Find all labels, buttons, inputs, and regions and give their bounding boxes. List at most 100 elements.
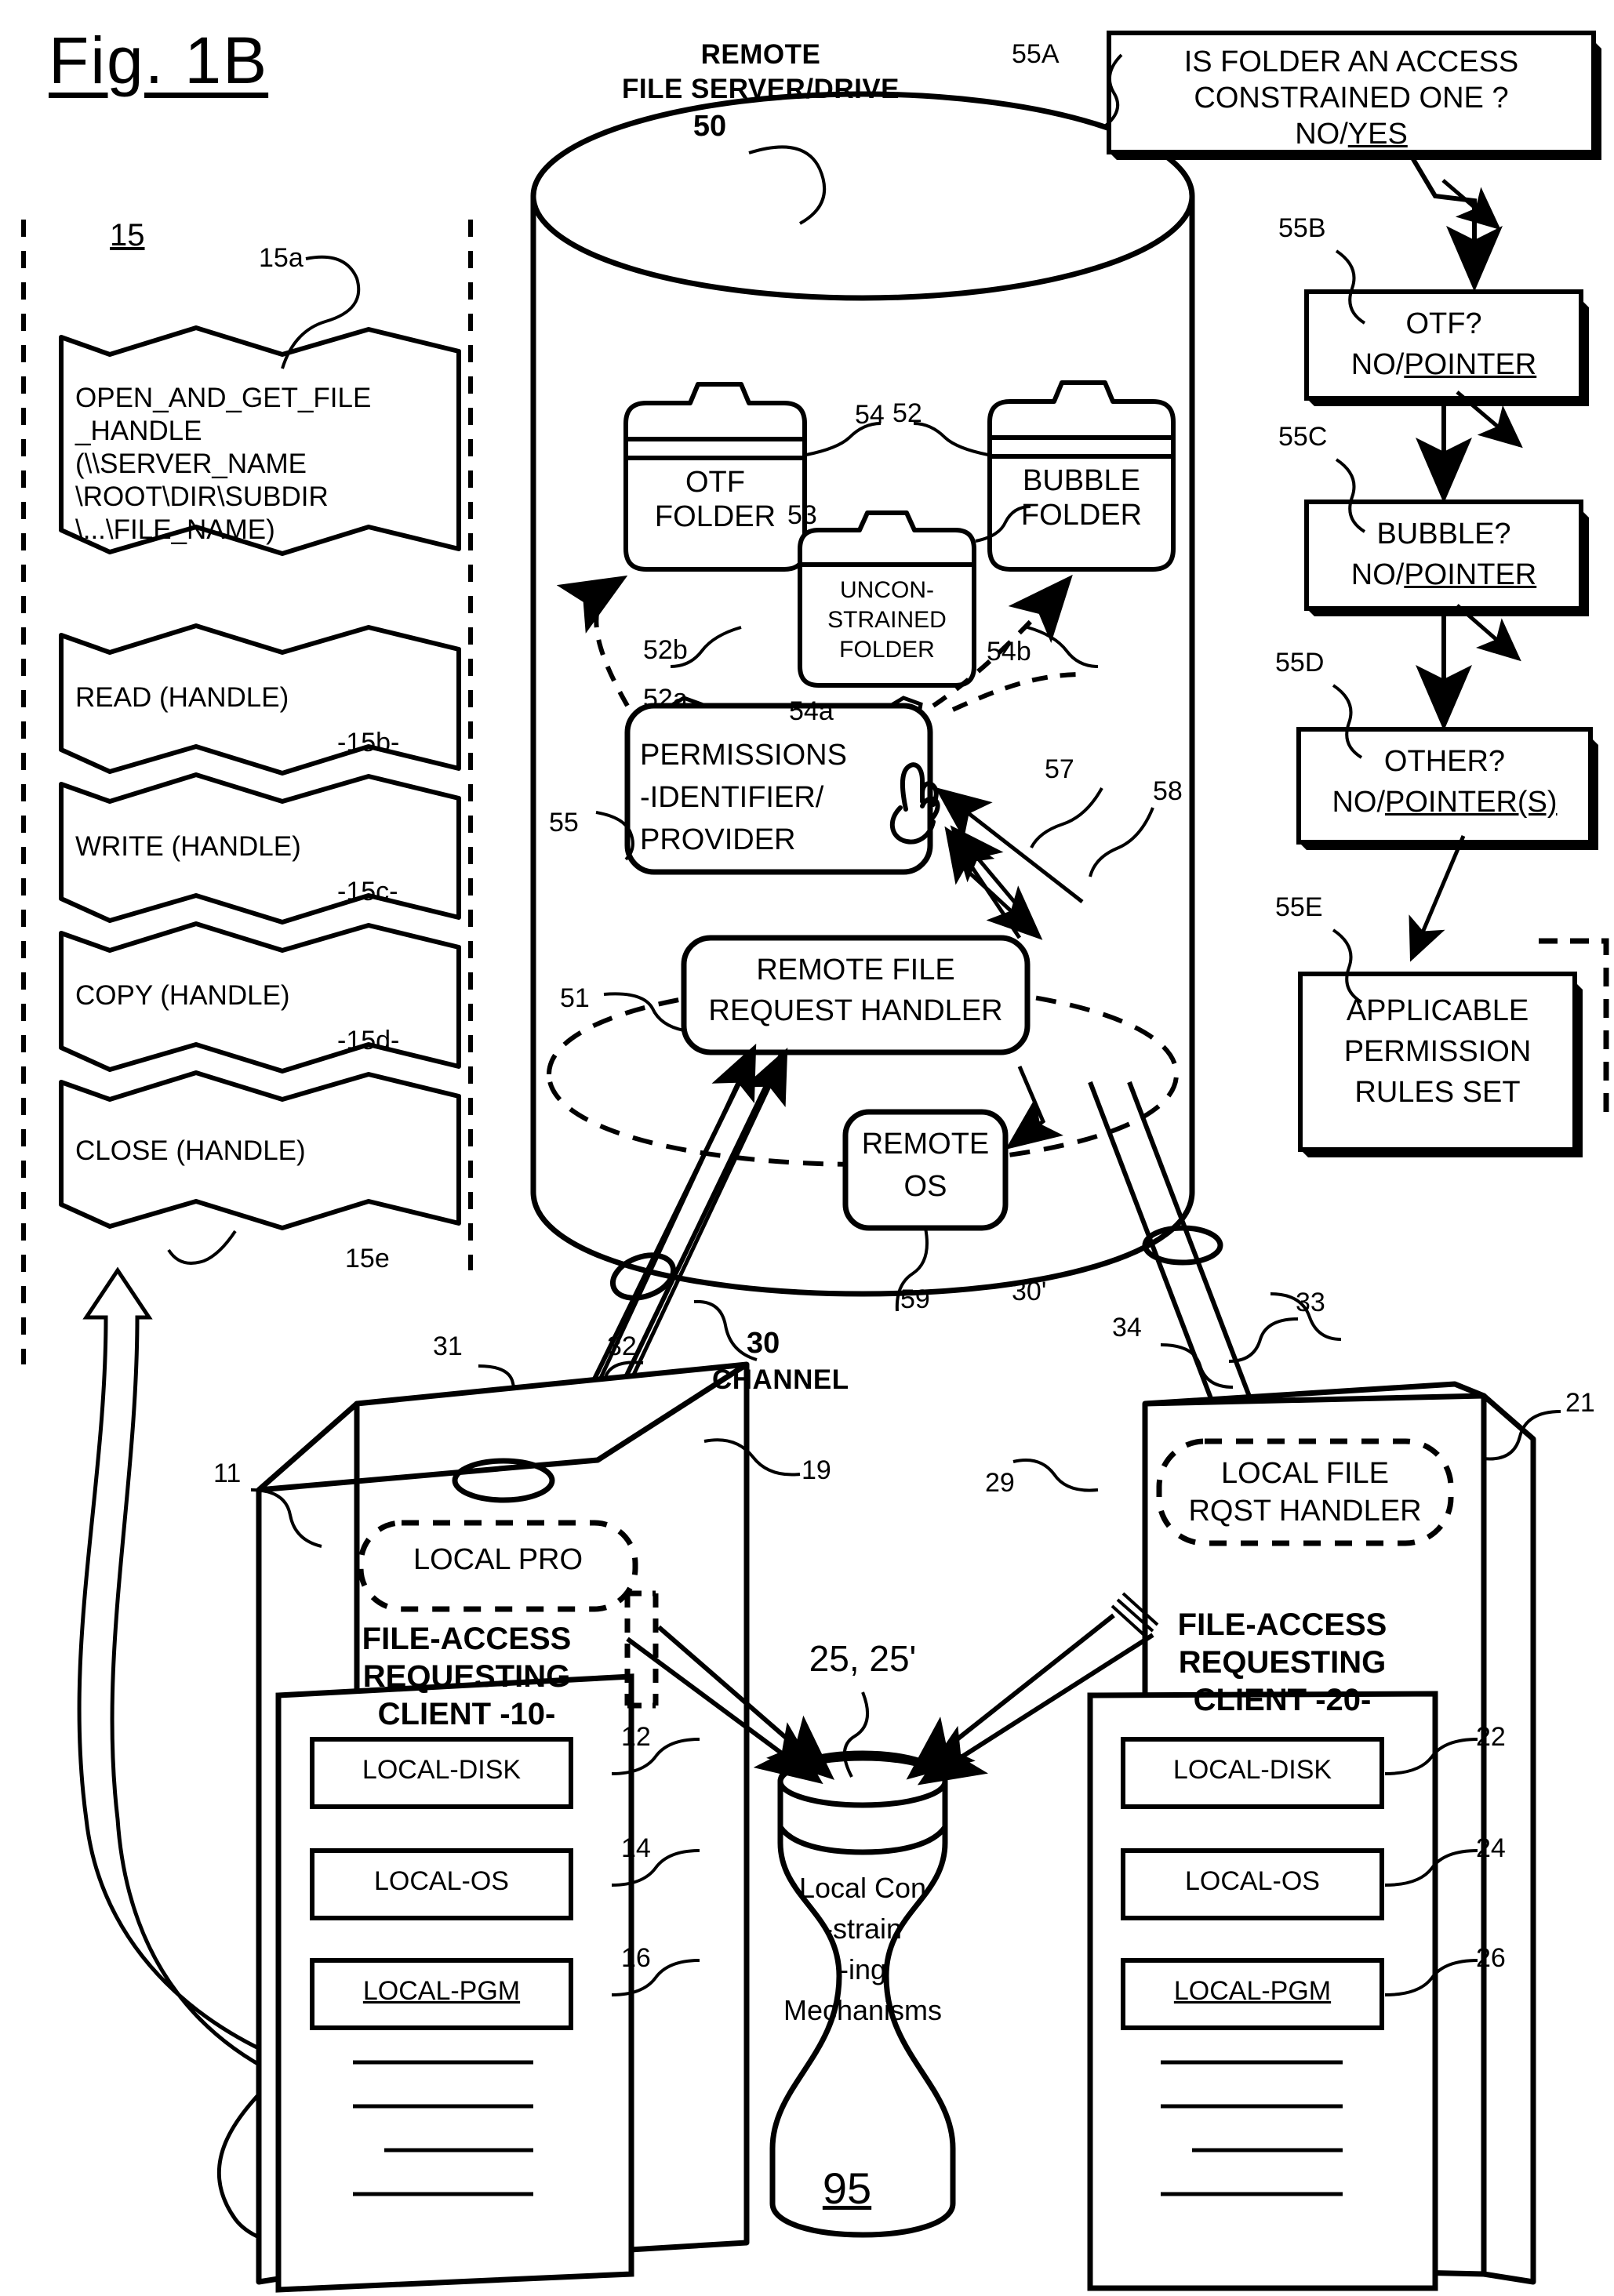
folder-unconstrained-ref: 53	[787, 500, 817, 530]
right-client-title-line2: REQUESTING	[1178, 1645, 1387, 1680]
ref-57-leader	[1030, 787, 1103, 848]
channel-ref-34: 34	[1112, 1313, 1142, 1342]
channel-ref-32: 32	[607, 1331, 637, 1361]
right-item-ref-26: 26	[1476, 1943, 1506, 1973]
code-block-ref-15c: -15c-	[337, 877, 398, 906]
channel-ref-30: 30	[747, 1327, 780, 1360]
code-line: CLOSE (HANDLE)	[75, 1135, 306, 1166]
code-line: _HANDLE	[75, 416, 202, 446]
request-handler-line2: REQUEST HANDLER	[708, 994, 1003, 1027]
left-item-ref-16: 16	[621, 1943, 651, 1973]
left-client-title-line2: REQUESTING	[362, 1659, 571, 1694]
flowchart-55A-line3-plain: NO/	[1295, 118, 1348, 151]
code-line: OPEN_AND_GET_FILE	[75, 383, 372, 413]
ref-33-34-leaders	[1160, 1317, 1299, 1389]
folder-bubble-label-line2: FOLDER	[1020, 499, 1143, 532]
flowchart-55D-line2: NO/POINTER(S)	[1299, 786, 1590, 819]
flowchart-55A-line1: IS FOLDER AN ACCESS	[1183, 45, 1519, 78]
left-local-pro-ref: 19	[802, 1455, 831, 1485]
folder-bubble-ref-b: 54b	[987, 637, 1031, 667]
flowchart-55E-line1: APPLICABLE	[1346, 994, 1529, 1027]
flowchart-55E-line2: PERMISSION	[1343, 1035, 1532, 1068]
permissions-ref: 55	[549, 808, 579, 837]
left-client-ref-case: 11	[213, 1459, 242, 1488]
flowchart-ref-55D: 55D	[1275, 648, 1325, 678]
flowchart-arrows	[1409, 154, 1503, 731]
remote-os-ref: 59	[900, 1284, 930, 1314]
folder-bubble-ref-a: 54a	[789, 696, 834, 726]
right-item-local-os: LOCAL-OS	[1185, 1866, 1320, 1896]
code-line: \...\FILE_NAME)	[75, 514, 275, 545]
right-handler-line1: LOCAL FILE	[1220, 1457, 1389, 1490]
flowchart-55D-line2-plain: NO/	[1332, 786, 1385, 819]
flowchart-55B-line2-plain: NO/	[1350, 348, 1405, 381]
folder-otf-ref-a: 52a	[643, 684, 688, 714]
ref-58-leader	[1089, 807, 1154, 877]
code-line: COPY (HANDLE)	[75, 980, 290, 1011]
folder-otf-ref: 52	[892, 398, 922, 428]
flowchart-55B-line2-underlined: POINTER	[1404, 348, 1537, 381]
right-client-title-line3: CLIENT -20-	[1193, 1683, 1372, 1717]
channel-ref-31: 31	[433, 1331, 463, 1361]
folder-bubble-ref: 54	[855, 400, 885, 430]
server-ref-50-leader	[748, 145, 827, 225]
flowchart-55A-line2: CONSTRAINED ONE ?	[1194, 82, 1509, 114]
code-block-ref-15b: -15b-	[337, 728, 400, 757]
channel-ref-30-prime: 30'	[1012, 1277, 1047, 1306]
flowchart-55C-line2-plain: NO/	[1350, 558, 1405, 591]
folder-unconstrained-line2: STRAINED	[827, 607, 947, 633]
flowchart-55C-line2: NO/POINTER	[1307, 558, 1581, 592]
flowchart-ref-55E: 55E	[1275, 892, 1323, 922]
constraining-line4: Mechanisms	[783, 1994, 943, 2026]
code-line: WRITE (HANDLE)	[75, 831, 301, 862]
permissions-line3: PROVIDER	[640, 823, 796, 856]
folder-otf-ref-b: 52b	[643, 635, 688, 665]
right-channel-ellipse	[1142, 1225, 1223, 1266]
remote-os-line1: REMOTE	[861, 1128, 990, 1161]
code-line: \ROOT\DIR\SUBDIR	[75, 481, 329, 512]
left-client-title-line3: CLIENT -10-	[377, 1697, 556, 1731]
folder-unconstrained-line1: UNCON-	[840, 577, 934, 603]
server-ref-50: 50	[692, 110, 727, 143]
remote-os-line2: OS	[903, 1170, 947, 1203]
right-handler-line2: RQST HANDLER	[1188, 1495, 1422, 1528]
right-client-title-line1: FILE-ACCESS	[1177, 1608, 1387, 1642]
folder-bubble-label-line1: BUBBLE	[1023, 464, 1140, 497]
right-item-local-pgm: LOCAL-PGM	[1173, 1976, 1332, 2006]
channel-label: CHANNEL	[712, 1364, 849, 1395]
constraining-ref: 25, 25'	[809, 1638, 917, 1679]
flowchart-55B-line1: OTF?	[1405, 307, 1482, 340]
figure-bottom-ref: 95	[822, 2163, 872, 2213]
flowchart-55D-line2-underlined: POINTER(S)	[1385, 786, 1558, 819]
flowchart-ref-55C: 55C	[1278, 422, 1328, 452]
constraining-line3: -ing	[838, 1953, 887, 1985]
flowchart-ref-55A: 55A	[1012, 39, 1060, 69]
permissions-line2: -IDENTIFIER/	[640, 781, 824, 814]
code-block-ref-15e: 15e	[345, 1244, 390, 1273]
right-client-ref-case: 21	[1565, 1388, 1595, 1418]
channel-ref-33: 33	[1296, 1288, 1325, 1317]
flowchart-55D-line1: OTHER?	[1383, 745, 1506, 778]
left-item-local-pgm: LOCAL-PGM	[362, 1976, 521, 2006]
flowchart-55A-line3: NO/YES	[1109, 118, 1594, 151]
flowchart-55C-line2-underlined: POINTER	[1404, 558, 1537, 591]
arrow-ref-58: 58	[1153, 776, 1183, 806]
folder-otf-label-line1: OTF	[685, 466, 745, 499]
code-column-ref: 15	[110, 218, 145, 252]
left-client-title-line1: FILE-ACCESS	[362, 1622, 572, 1656]
flowchart-ref-55B: 55B	[1278, 213, 1326, 243]
left-local-pro-label: LOCAL PRO	[413, 1543, 583, 1576]
figure-title: Fig. 1B	[49, 24, 269, 97]
right-item-local-disk: LOCAL-DISK	[1172, 1755, 1332, 1785]
constraining-line2: -strain	[823, 1913, 903, 1945]
server-title-line1: REMOTE	[700, 39, 821, 70]
left-item-local-disk: LOCAL-DISK	[362, 1755, 522, 1785]
right-item-ref-22: 22	[1476, 1722, 1506, 1752]
arrow-ref-57: 57	[1045, 754, 1074, 784]
code-line: (\\SERVER_NAME	[75, 449, 307, 479]
left-item-local-os: LOCAL-OS	[374, 1866, 509, 1896]
left-item-ref-14: 14	[621, 1833, 651, 1863]
request-handler-line1: REMOTE FILE	[756, 954, 955, 986]
code-line: READ (HANDLE)	[75, 682, 289, 713]
folder-unconstrained-line3: FOLDER	[839, 637, 935, 663]
